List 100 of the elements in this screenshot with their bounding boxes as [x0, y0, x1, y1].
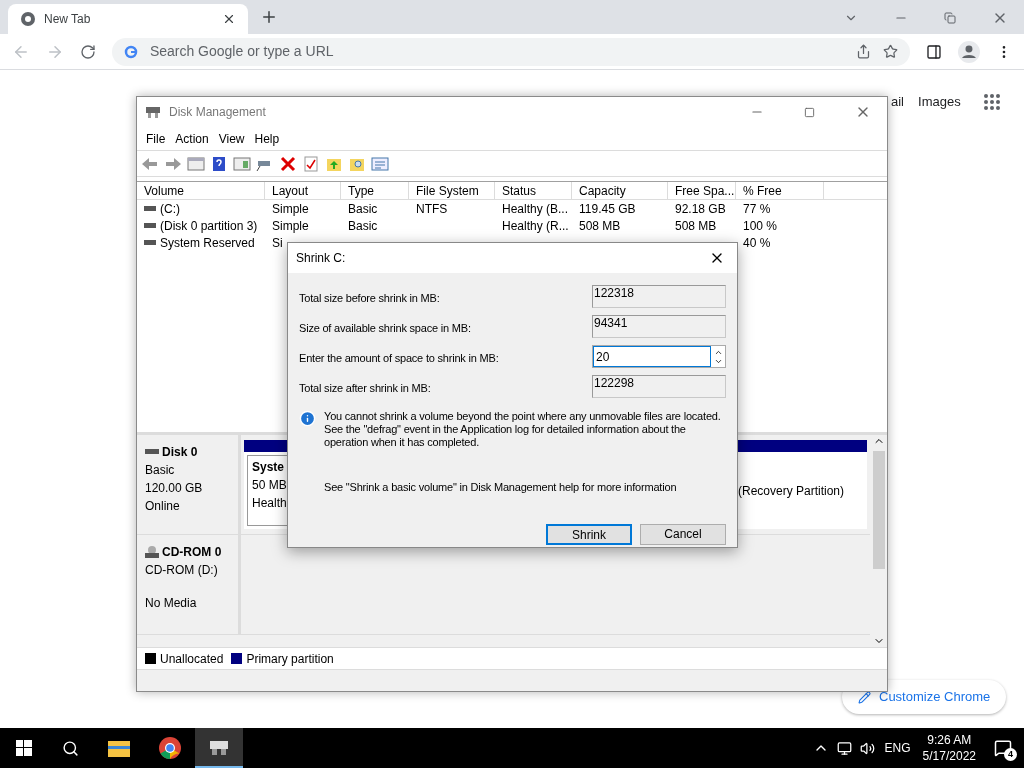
partition-text: (Recovery Partition) — [737, 482, 844, 500]
header-link[interactable]: ail — [891, 92, 904, 112]
column-header[interactable]: Capacity — [572, 182, 668, 199]
dialog-button[interactable]: Cancel — [640, 523, 726, 545]
table-cell-text: System Reserved — [160, 234, 255, 252]
table-cell-text: Si — [272, 234, 283, 252]
browser-tab[interactable]: New Tab — [8, 4, 248, 34]
taskbar-app-button[interactable] — [195, 728, 243, 768]
apps-grid-icon[interactable] — [982, 92, 1001, 111]
readonly-field: 122318 — [592, 285, 726, 308]
search-icon[interactable] — [62, 739, 79, 757]
table-cell-text: 77 % — [743, 200, 771, 218]
info-text: You cannot shrink a volume beyond the point where any unmovable files are located. See the "defrag" event in the Application log for detailed information about the operation when it has completed. — [324, 410, 722, 449]
forward-arrow-icon[interactable] — [164, 155, 182, 172]
column-header[interactable]: Layout — [265, 182, 341, 199]
clock-date: 5/17/2022 — [922, 748, 976, 764]
bookmark-star-icon[interactable] — [883, 44, 899, 59]
table-cell-text: 100 % — [743, 217, 778, 235]
column-header[interactable]: % Free — [736, 182, 824, 199]
address-bar[interactable]: Search Google or type a URL — [111, 37, 911, 66]
tab-title: New Tab — [44, 11, 92, 28]
legend-label: Unallocated — [160, 650, 224, 668]
close-icon[interactable] — [222, 12, 236, 26]
partition-text: 50 MB — [252, 477, 288, 494]
network-icon[interactable] — [836, 740, 852, 756]
restore-icon[interactable] — [944, 12, 956, 24]
drive-icon — [144, 205, 156, 212]
dialog-button[interactable]: Shrink — [546, 523, 632, 545]
cd-drive-icon — [145, 546, 159, 558]
disk-info-panel[interactable]: Disk 0 Basic 120.00 GB Online — [137, 435, 241, 534]
info-icon — [299, 410, 316, 427]
table-cell-text: Healthy (R... — [502, 217, 569, 235]
disk-app-icon — [145, 105, 161, 119]
table-cell-text: Simple — [272, 200, 309, 218]
table-cell-text: (Disk 0 partition 3) — [160, 217, 258, 235]
drive-icon — [144, 222, 156, 229]
table-cell-text: 92.18 GB — [675, 200, 726, 218]
drive-icon — [144, 239, 156, 246]
field-label: Size of available shrink space in MB: — [299, 321, 472, 337]
action-pane-icon[interactable] — [233, 155, 251, 172]
window-title: Disk Management — [169, 104, 267, 121]
disk-name: Disk 0 — [162, 444, 198, 461]
column-header[interactable]: Free Spa... — [668, 182, 736, 199]
column-header[interactable]: Volume — [137, 182, 265, 199]
back-arrow-icon[interactable] — [141, 155, 159, 172]
legend-label: Primary partition — [246, 650, 334, 668]
field-label: Total size after shrink in MB: — [299, 381, 432, 397]
menu-item[interactable]: File — [141, 129, 171, 148]
disk-name: CD-ROM 0 — [162, 544, 222, 561]
google-g-icon — [123, 44, 138, 59]
language-indicator[interactable]: ENG — [884, 739, 911, 757]
partition-text: Syste — [252, 459, 286, 476]
column-header[interactable]: Status — [495, 182, 572, 199]
share-icon[interactable] — [856, 44, 872, 59]
table-cell-text: Basic — [348, 200, 378, 218]
dialog-title: Shrink C: — [296, 250, 347, 267]
table-cell-text: 508 MB — [675, 217, 717, 235]
shrink-amount-field[interactable]: 20 — [593, 346, 711, 367]
folder-icon[interactable] — [108, 739, 130, 757]
table-cell-text: (C:) — [160, 200, 180, 218]
field-label: Enter the amount of space to shrink in MB: — [299, 351, 500, 367]
windows-logo-icon[interactable] — [16, 740, 32, 756]
help-text: See "Shrink a basic volume" in Disk Management help for more information — [323, 480, 678, 495]
profile-icon[interactable] — [958, 40, 981, 63]
disk-type: Basic — [145, 462, 176, 479]
column-header[interactable]: Type — [341, 182, 409, 199]
new-tab-icon[interactable] — [260, 8, 278, 26]
partition-text: Health — [252, 495, 288, 512]
table-cell-text: 40 % — [743, 234, 771, 252]
header-link[interactable]: Images — [918, 92, 961, 112]
customize-chrome-button[interactable]: Customize Chrome — [842, 680, 1007, 714]
readonly-field: 122298 — [592, 375, 726, 398]
pencil-icon — [858, 690, 871, 704]
disk-status: Online — [145, 498, 181, 515]
maximize-icon[interactable] — [804, 106, 815, 118]
reload-icon[interactable] — [79, 43, 96, 60]
table-cell-text: 508 MB — [579, 217, 621, 235]
table-cell-text: NTFS — [416, 200, 448, 218]
disk-app-icon — [208, 738, 230, 756]
readonly-field: 94341 — [592, 315, 726, 338]
table-cell-text: Basic — [348, 217, 378, 235]
drive-icon — [145, 448, 159, 456]
volume-icon[interactable] — [859, 740, 875, 756]
menu-item[interactable]: Help — [249, 129, 285, 148]
disk-size: 120.00 GB — [145, 480, 204, 497]
table-cell-text: 119.45 GB — [579, 200, 636, 218]
disk-status: No Media — [145, 595, 198, 612]
column-header[interactable]: File System — [409, 182, 495, 199]
side-panel-icon[interactable] — [926, 43, 943, 60]
field-label: Total size before shrink in MB: — [299, 291, 441, 307]
help-icon[interactable] — [210, 155, 228, 172]
clock-time: 9:26 AM — [927, 732, 972, 748]
clock[interactable]: 9:26 AM 5/17/2022 — [922, 732, 976, 764]
menu-item[interactable]: View — [213, 129, 250, 148]
table-cell-text: Simple — [272, 217, 309, 235]
checklist-icon[interactable] — [302, 155, 320, 172]
delete-icon[interactable] — [279, 155, 297, 172]
number-spinner[interactable]: 20 — [592, 345, 726, 368]
menu-item[interactable]: Action — [170, 129, 214, 148]
address-input[interactable]: Search Google or type a URL — [149, 41, 845, 62]
